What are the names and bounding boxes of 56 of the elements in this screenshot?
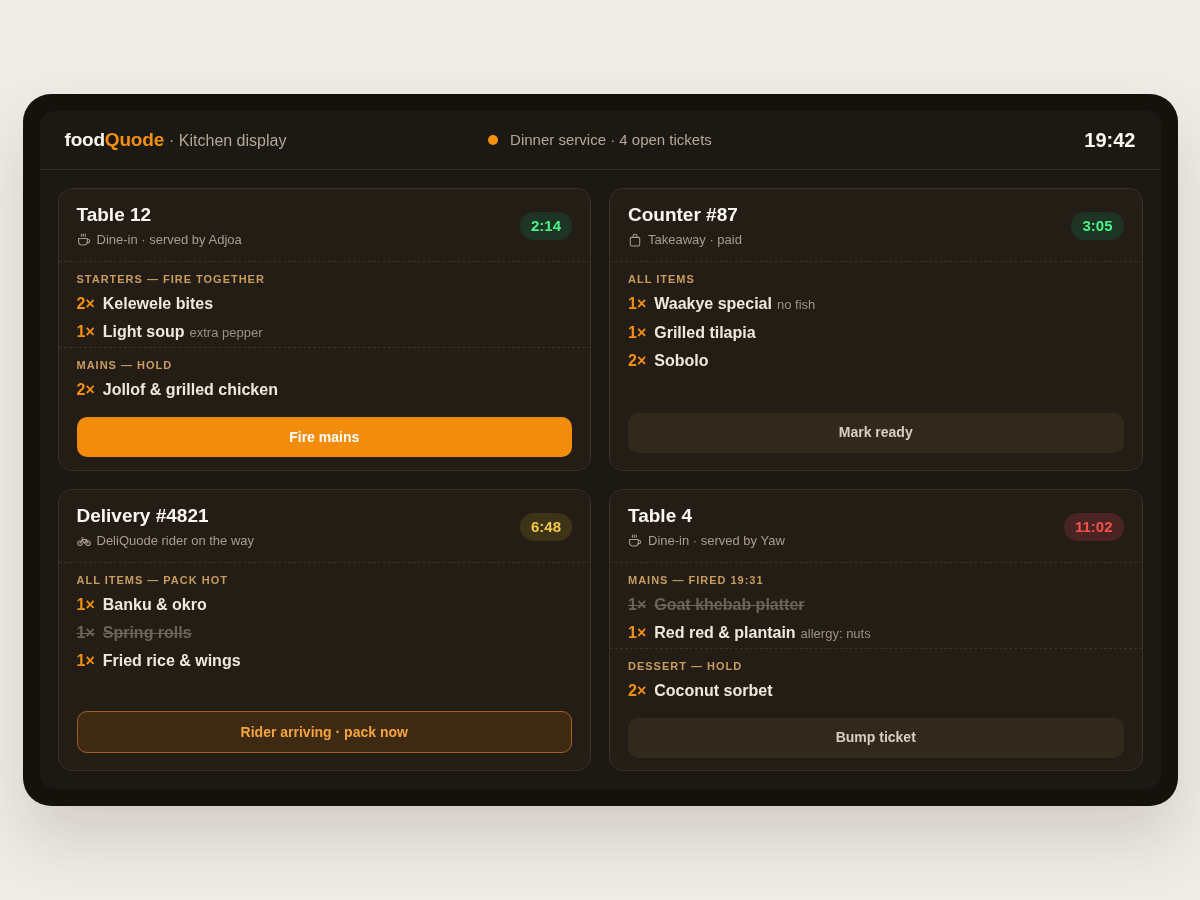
brand-logo: foodQuode: [64, 127, 165, 152]
item-name: Red red & plantain: [654, 622, 796, 643]
item-name: Grilled tilapia: [654, 323, 756, 343]
coffee-cup-icon: [76, 233, 91, 247]
timer-badge: 6:48: [519, 512, 572, 541]
item-quantity: 2×: [76, 380, 95, 400]
item-note: allergy: nuts: [800, 624, 871, 643]
ticket-action-button[interactable]: Rider arriving · pack now: [76, 711, 572, 753]
item-note: no fish: [776, 296, 816, 314]
item-quantity: 1×: [628, 294, 647, 314]
ticket-title: Table 12: [76, 203, 153, 227]
item-quantity: 1×: [76, 650, 95, 671]
section-label: DESSERT — HOLD: [628, 658, 744, 673]
item-quantity: 1×: [628, 622, 647, 643]
timer-badge: 11:02: [1063, 512, 1124, 541]
ticket-action-button[interactable]: Bump ticket: [628, 717, 1124, 758]
ticket-subtitle: Takeaway · paid: [648, 231, 742, 249]
status-dot-icon: [488, 135, 499, 145]
timer-badge: 2:14: [519, 212, 572, 240]
ticket-action-button[interactable]: Mark ready: [628, 412, 1124, 453]
item-quantity: 2×: [76, 294, 95, 314]
section-label: STARTERS — FIRE TOGETHER: [76, 272, 266, 286]
item-name: Fried rice & wings: [102, 650, 241, 671]
service-status: Dinner service · 4 open tickets: [510, 129, 712, 150]
item-name: Goat khebab platter: [654, 594, 805, 615]
ticket-title: Counter #87: [628, 203, 739, 227]
coffee-cup-icon: [628, 533, 642, 548]
ticket-subtitle: DeliQuode rider on the way: [96, 531, 255, 550]
app-subtitle: · Kitchen display: [169, 130, 287, 151]
item-name: Banku & okro: [102, 594, 207, 615]
item-name: Jollof & grilled chicken: [102, 380, 278, 400]
item-quantity: 1×: [76, 322, 95, 342]
ticket-title: Table 4: [628, 503, 694, 528]
section-label: ALL ITEMS — PACK HOT: [76, 572, 229, 587]
item-name: Coconut sorbet: [654, 680, 773, 701]
timer-badge: 3:05: [1071, 212, 1124, 240]
item-quantity: 1×: [76, 622, 95, 643]
clock-time: 19:42: [1084, 128, 1136, 153]
section-label: MAINS — FIRED 19:31: [628, 572, 765, 587]
section-label: MAINS — HOLD: [76, 358, 174, 372]
item-quantity: 2×: [628, 351, 647, 371]
ticket-title: Delivery #4821: [76, 503, 210, 528]
item-name: Waakye special: [654, 294, 772, 314]
item-name: Spring rolls: [102, 622, 192, 643]
item-quantity: 2×: [628, 680, 647, 701]
item-quantity: 1×: [628, 323, 647, 343]
ticket-subtitle: Dine-in · served by Adjoa: [96, 231, 242, 249]
item-name: Sobolo: [654, 351, 709, 371]
item-name: Light soup: [102, 322, 185, 342]
shopping-bag-icon: [628, 233, 642, 247]
item-quantity: 1×: [76, 594, 95, 615]
item-quantity: 1×: [628, 594, 647, 615]
item-name: Kelewele bites: [102, 294, 214, 314]
item-note: extra pepper: [189, 324, 263, 342]
ticket-subtitle: Dine-in · served by Yaw: [648, 531, 785, 550]
section-label: ALL ITEMS: [628, 272, 696, 286]
